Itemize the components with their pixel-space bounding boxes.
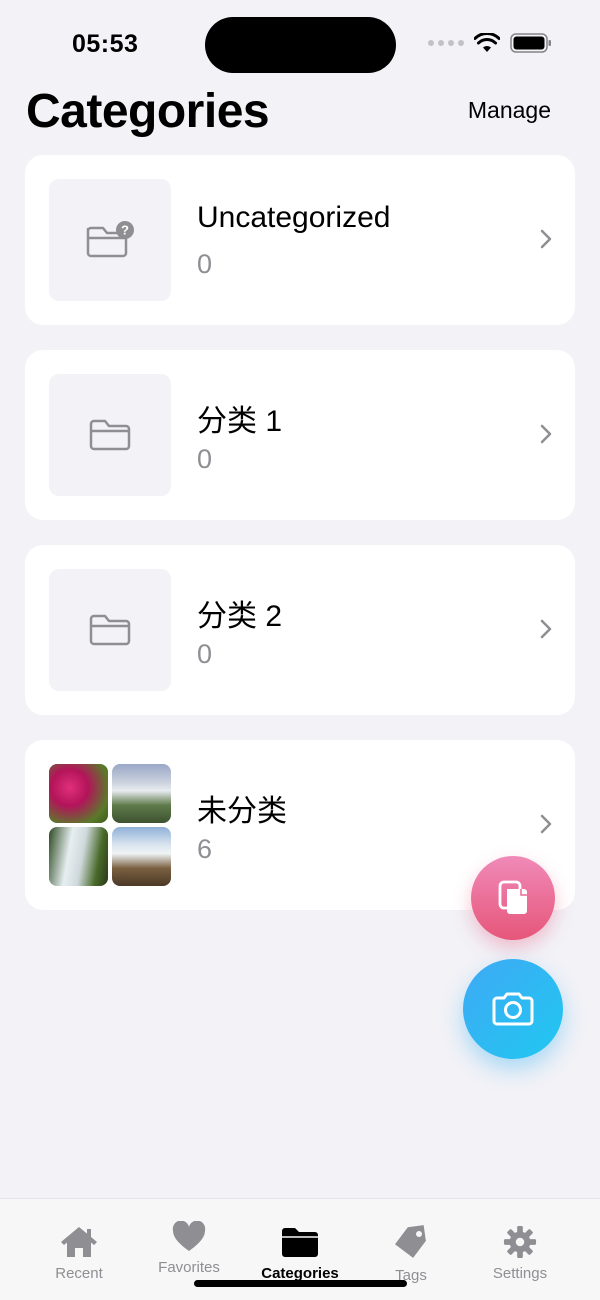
manage-button[interactable]: Manage — [468, 97, 551, 124]
tab-categories[interactable]: Categories — [245, 1225, 355, 1282]
category-row-uncategorized[interactable]: ? Uncategorized 0 — [25, 155, 575, 325]
category-row-2[interactable]: 分类 2 0 — [25, 545, 575, 715]
photo-thumbnail — [49, 827, 108, 886]
tab-favorites[interactable]: Favorites — [134, 1221, 244, 1276]
battery-icon — [510, 33, 551, 53]
tab-recent[interactable]: Recent — [24, 1225, 134, 1282]
tab-settings[interactable]: Settings — [465, 1225, 575, 1282]
category-count: 6 — [197, 834, 213, 864]
category-count: 0 — [197, 444, 213, 474]
tab-tags[interactable]: Tags — [356, 1225, 466, 1284]
dynamic-island — [205, 17, 396, 73]
tag-icon — [395, 1225, 426, 1258]
category-count: 0 — [197, 249, 213, 279]
status-indicators — [428, 33, 552, 53]
folder-icon — [89, 614, 131, 646]
camera-button[interactable] — [463, 959, 563, 1059]
svg-text:?: ? — [121, 223, 129, 238]
tab-label: Recent — [55, 1265, 103, 1282]
category-count: 0 — [197, 639, 213, 669]
camera-icon — [492, 992, 534, 1026]
category-name: 分类 2 — [197, 600, 283, 633]
categories-screen: 05:53 Categories Manage ? Uncategorized … — [0, 0, 600, 1300]
chevron-right-icon — [540, 424, 552, 444]
chevron-right-icon — [540, 229, 552, 249]
tab-label: Settings — [492, 1265, 548, 1282]
category-thumbnail: ? — [49, 179, 171, 301]
category-name: 分类 1 — [197, 405, 283, 438]
photo-grid-thumbnail — [49, 764, 171, 886]
heart-icon — [172, 1221, 206, 1251]
house-icon — [61, 1227, 97, 1257]
status-time: 05:53 — [72, 30, 139, 58]
paste-button[interactable] — [471, 856, 555, 940]
chevron-right-icon — [540, 619, 552, 639]
folder-icon — [89, 419, 131, 451]
category-thumbnail — [49, 569, 171, 691]
home-indicator[interactable] — [194, 1280, 407, 1287]
category-row-1[interactable]: 分类 1 0 — [25, 350, 575, 520]
category-thumbnail — [49, 374, 171, 496]
photo-thumbnail — [112, 764, 171, 823]
chevron-right-icon — [540, 814, 552, 834]
category-name: 未分类 — [197, 795, 287, 828]
wifi-icon — [474, 33, 500, 52]
folder-question-icon: ? — [86, 221, 134, 258]
photo-thumbnail — [112, 827, 171, 886]
gear-icon — [503, 1225, 537, 1259]
page-title: Categories — [26, 85, 270, 138]
tab-label: Favorites — [158, 1259, 220, 1276]
photo-thumbnail — [49, 764, 108, 823]
paste-icon — [498, 880, 527, 914]
cellular-signal-icon — [428, 40, 464, 46]
folder-fill-icon — [282, 1228, 318, 1257]
category-name: Uncategorized — [197, 201, 391, 234]
